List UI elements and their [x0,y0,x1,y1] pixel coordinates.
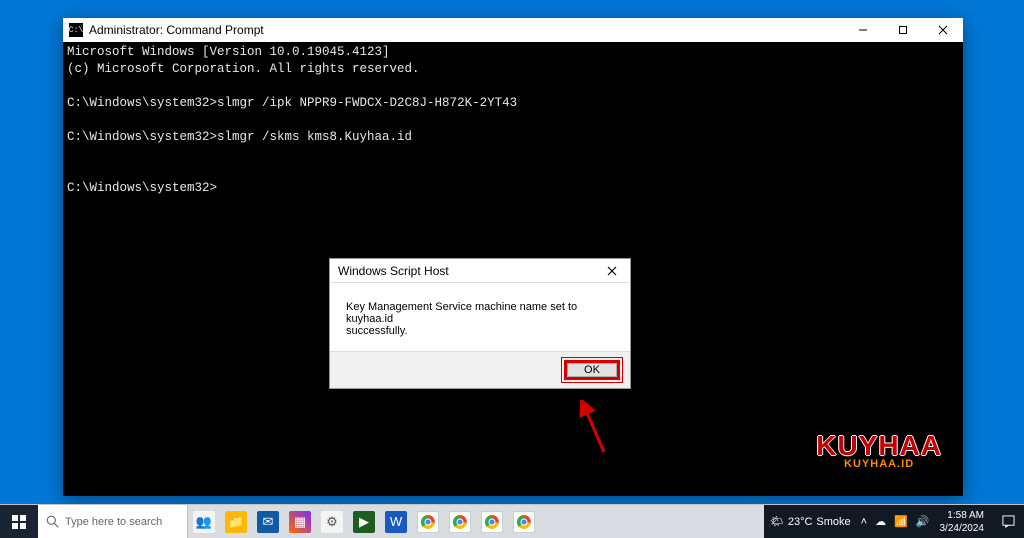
search-placeholder: Type here to search [65,516,162,528]
dialog-footer: OK [330,351,630,388]
taskbar-app-5[interactable]: ⚙ [316,505,348,538]
cmd-line: (c) Microsoft Corporation. All rights re… [67,62,420,76]
clock[interactable]: 1:58 AM 3/24/2024 [940,509,989,535]
taskbar-app-7[interactable]: W [380,505,412,538]
taskbar-app-4[interactable]: ▦ [284,505,316,538]
weather-widget[interactable]: 🌤 23°C Smoke [770,515,851,528]
dialog-message-line: Key Management Service machine name set … [346,301,614,325]
taskbar-chrome-1[interactable] [412,505,444,538]
cmd-window: C:\ Administrator: Command Prompt Micros… [63,18,963,496]
search-icon [46,515,59,528]
close-button[interactable] [923,18,963,42]
clock-time: 1:58 AM [940,509,985,522]
cmd-titlebar[interactable]: C:\ Administrator: Command Prompt [63,18,963,42]
dialog-body: Key Management Service machine name set … [330,283,630,351]
clock-date: 3/24/2024 [940,522,985,535]
tray-volume-icon[interactable]: 🔊 [916,515,930,528]
taskbar-app-6[interactable]: ▶ [348,505,380,538]
cmd-line: Microsoft Windows [Version 10.0.19045.41… [67,45,390,59]
tray-onedrive-icon[interactable]: ☁ [875,515,886,528]
cmd-title-text: Administrator: Command Prompt [89,23,843,37]
taskbar-chrome-3[interactable] [476,505,508,538]
start-button[interactable] [0,505,38,538]
minimize-button[interactable] [843,18,883,42]
dialog-close-button[interactable] [594,259,630,283]
dialog-titlebar[interactable]: Windows Script Host [330,259,630,283]
weather-temp: 23°C [788,516,813,528]
ok-button[interactable]: OK [564,360,620,380]
task-icons: 👥 📁 ✉ ▦ ⚙ ▶ W [188,505,540,538]
taskbar-app-2[interactable]: 📁 [220,505,252,538]
tray-chevron-up-icon[interactable]: ˄ [861,516,867,528]
weather-icon: 🌤 [770,515,784,528]
maximize-button[interactable] [883,18,923,42]
dialog-title: Windows Script Host [338,264,594,278]
taskbar-app-3[interactable]: ✉ [252,505,284,538]
taskbar-app-1[interactable]: 👥 [188,505,220,538]
cmd-line: C:\Windows\system32>slmgr /ipk NPPR9-FWD… [67,96,517,110]
cmd-line: C:\Windows\system32>slmgr /skms kms8.Kuy… [67,130,412,144]
tray-network-icon[interactable]: 📶 [894,515,908,528]
taskbar: Type here to search 👥 📁 ✉ ▦ ⚙ ▶ W 🌤 23°C… [0,504,1024,538]
script-host-dialog: Windows Script Host Key Management Servi… [329,258,631,389]
system-tray: 🌤 23°C Smoke ˄ ☁ 📶 🔊 1:58 AM 3/24/2024 [764,505,1024,538]
search-box[interactable]: Type here to search [38,505,188,538]
dialog-message-line: successfully. [346,325,614,337]
notification-center-icon[interactable] [998,515,1018,528]
tray-icons: ˄ ☁ 📶 🔊 [861,515,930,528]
cmd-icon: C:\ [69,23,83,37]
taskbar-chrome-2[interactable] [444,505,476,538]
weather-cond: Smoke [816,516,850,528]
cmd-line: C:\Windows\system32> [67,181,217,195]
taskbar-chrome-4[interactable] [508,505,540,538]
